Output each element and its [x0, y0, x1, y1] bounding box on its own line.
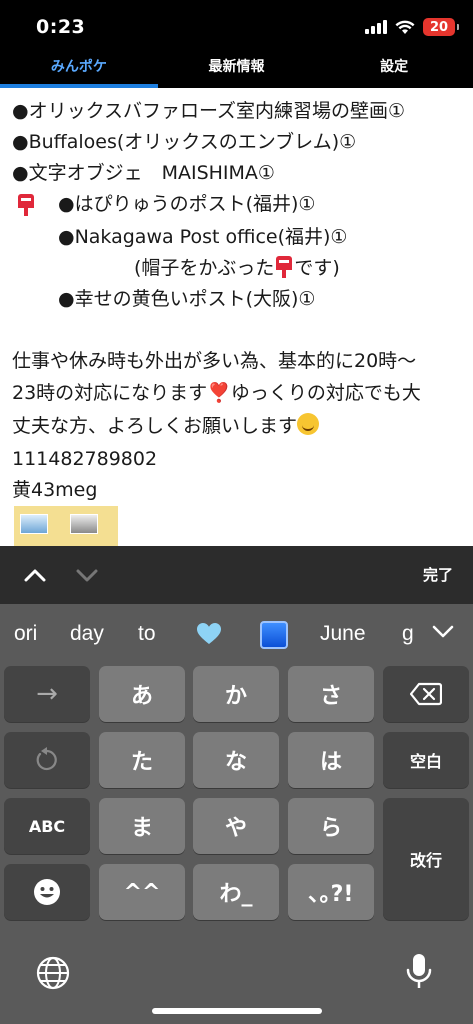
- text-segment: ゆっくりの対応でも大: [230, 382, 421, 404]
- return-key-label: 改行: [409, 851, 442, 870]
- key-kaomoji[interactable]: ^^: [99, 864, 185, 920]
- suggestion-item[interactable]: June: [320, 622, 366, 646]
- emoji-key[interactable]: [4, 864, 90, 920]
- tab-minpoke[interactable]: みんポケ: [0, 44, 158, 88]
- text-segment: 丈夫な方、よろしくお願いします: [12, 415, 298, 437]
- wifi-icon: [395, 20, 415, 34]
- next-candidate-key[interactable]: →: [4, 666, 90, 722]
- top-tab-bar: みんポケ 最新情報 設定: [0, 44, 473, 88]
- text-editor[interactable]: ●オリックスバファローズ室内練習場の壁画① ●Buffaloes(オリックスのエ…: [0, 88, 473, 546]
- battery-icon: 20: [423, 18, 459, 36]
- suggestion-bar: ori day to June g: [0, 604, 473, 662]
- key-ma[interactable]: ま: [99, 798, 185, 854]
- microphone-icon[interactable]: [404, 952, 434, 992]
- return-key[interactable]: 改行: [383, 798, 469, 920]
- abc-mode-key[interactable]: ABC: [4, 798, 90, 854]
- done-button[interactable]: 完了: [423, 564, 453, 585]
- text-line: ●オリックスバファローズ室内練習場の壁画①: [12, 100, 406, 122]
- status-time: 0:23: [36, 16, 86, 38]
- key-ka[interactable]: か: [193, 666, 279, 722]
- text-line: ●Nakagawa Post office(福井)①: [58, 226, 348, 248]
- delete-key[interactable]: [383, 666, 469, 722]
- text-segment: です): [294, 257, 340, 279]
- key-ta[interactable]: た: [99, 732, 185, 788]
- text-line: 仕事や休み時も外出が多い為、基本的に20時〜: [12, 350, 417, 372]
- undo-key[interactable]: [4, 732, 90, 788]
- text-segment: (帽子をかぶった: [134, 257, 275, 279]
- home-indicator[interactable]: [152, 1008, 322, 1014]
- abc-key-label: ABC: [28, 816, 66, 836]
- chevron-up-icon[interactable]: [24, 564, 46, 586]
- light-blue-heart-icon[interactable]: [196, 622, 222, 646]
- text-line: 23時の対応になります❣️ゆっくりの対応でも大: [12, 378, 421, 409]
- smiling-face-icon: [297, 413, 320, 435]
- suggestion-item[interactable]: ori: [14, 622, 37, 646]
- status-icons: 20: [365, 18, 459, 36]
- heart-exclamation-icon: ❣️: [207, 382, 231, 404]
- keyboard: ori day to June g → あ か さ た な は 空白 ABC ま…: [0, 604, 473, 1024]
- suggestion-item[interactable]: g: [402, 622, 414, 646]
- blue-square-icon[interactable]: [260, 621, 288, 649]
- postbox-emoji-icon: [16, 191, 36, 222]
- key-sa[interactable]: さ: [288, 666, 374, 722]
- status-bar: 0:23 20: [0, 0, 473, 44]
- image-thumbnail[interactable]: [70, 514, 98, 534]
- emoji-icon: [34, 879, 60, 905]
- cellular-signal-icon: [365, 20, 387, 34]
- key-ha[interactable]: は: [288, 732, 374, 788]
- suggestion-item[interactable]: day: [70, 622, 104, 646]
- text-line: 黄43meg: [12, 479, 98, 501]
- key-ya[interactable]: や: [193, 798, 279, 854]
- backspace-icon: [410, 682, 442, 706]
- undo-icon: [36, 747, 57, 771]
- tab-latest-info[interactable]: 最新情報: [158, 44, 316, 88]
- image-thumbnail[interactable]: [20, 514, 48, 534]
- text-line: 111482789802: [12, 448, 158, 470]
- expand-suggestions-icon[interactable]: [432, 624, 454, 640]
- key-na[interactable]: な: [193, 732, 279, 788]
- globe-icon[interactable]: [36, 956, 70, 990]
- keyboard-toolbar: 完了: [0, 546, 473, 604]
- key-ra[interactable]: ら: [288, 798, 374, 854]
- text-line: ●幸せの黄色いポスト(大阪)①: [58, 288, 316, 310]
- space-key-label: 空白: [409, 752, 442, 771]
- postbox-emoji-icon: [274, 256, 294, 278]
- space-key[interactable]: 空白: [383, 732, 469, 788]
- text-line: (帽子をかぶった です): [134, 253, 340, 284]
- text-line: ●Buffaloes(オリックスのエンブレム)①: [12, 131, 357, 153]
- key-wa[interactable]: わ_: [193, 864, 279, 920]
- battery-level: 20: [429, 19, 449, 35]
- text-line: ●文字オブジェ MAISHIMA①: [12, 162, 275, 184]
- attached-images-strip[interactable]: [14, 506, 118, 546]
- suggestion-item[interactable]: to: [138, 622, 156, 646]
- text-line: ●はぴりゅうのポスト(福井)①: [58, 193, 316, 215]
- tab-settings[interactable]: 設定: [315, 44, 473, 88]
- text-segment: 23時の対応になります: [12, 382, 208, 404]
- key-punctuation[interactable]: ､｡?!: [288, 864, 374, 920]
- text-line: 丈夫な方、よろしくお願いします: [12, 411, 320, 442]
- chevron-down-icon[interactable]: [76, 564, 98, 586]
- key-a[interactable]: あ: [99, 666, 185, 722]
